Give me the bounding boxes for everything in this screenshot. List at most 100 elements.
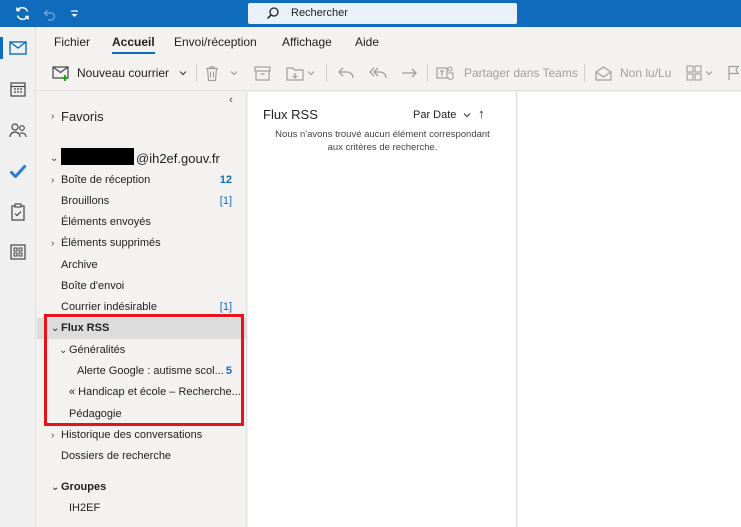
- folder-junk[interactable]: Courrier indésirable [1]: [37, 297, 246, 318]
- search-placeholder: Rechercher: [291, 7, 348, 19]
- tab-envoi-reception[interactable]: Envoi/réception: [174, 35, 257, 49]
- forward-icon: [400, 66, 418, 80]
- trash-icon: [204, 65, 220, 82]
- read-unread-label: Non lu/Lu: [620, 66, 672, 80]
- sync-icon[interactable]: [14, 5, 31, 22]
- redacted-account-name: [61, 148, 134, 165]
- reply-all-icon: [368, 66, 388, 80]
- chevron-down-icon[interactable]: [230, 70, 238, 76]
- ribbon: Fichier Accueil Envoi/réception Affichag…: [37, 27, 741, 91]
- forward-button[interactable]: [400, 63, 418, 83]
- archive-button[interactable]: [254, 63, 271, 83]
- sort-by-dropdown[interactable]: Par Date: [413, 109, 471, 121]
- tab-fichier[interactable]: Fichier: [54, 35, 90, 49]
- share-teams-button[interactable]: Partager dans Teams: [436, 63, 578, 83]
- chevron-down-icon[interactable]: [179, 70, 187, 76]
- categorize-button[interactable]: [686, 63, 713, 83]
- tasks-icon[interactable]: [0, 197, 36, 227]
- title-bar: Rechercher: [0, 0, 741, 27]
- unread-count: 5: [225, 365, 232, 377]
- feed-handicap-ecole[interactable]: « Handicap et école – Recherche...: [37, 382, 246, 403]
- tab-accueil[interactable]: Accueil: [112, 35, 155, 54]
- new-mail-icon: [52, 65, 70, 81]
- flag-button[interactable]: [727, 63, 739, 83]
- chevron-right-icon: ›: [51, 175, 55, 186]
- collapse-pane-icon[interactable]: ‹: [229, 94, 233, 106]
- new-mail-label: Nouveau courrier: [77, 66, 170, 80]
- tab-aide[interactable]: Aide: [355, 35, 379, 49]
- groups-section[interactable]: ⌄ Groupes: [37, 477, 246, 498]
- search-box[interactable]: Rechercher: [248, 3, 517, 24]
- folder-label: Boîte de réception: [61, 174, 151, 186]
- teams-icon: [436, 65, 454, 81]
- groups-label: Groupes: [61, 481, 107, 493]
- tab-affichage[interactable]: Affichage: [282, 35, 332, 49]
- reply-button[interactable]: [337, 63, 355, 83]
- empty-state-line: aux critères de recherche.: [327, 142, 438, 153]
- favorites-label: Favoris: [61, 109, 104, 124]
- folder-label: Dossiers de recherche: [61, 450, 172, 462]
- reply-all-button[interactable]: [368, 63, 388, 83]
- folder-search-folders[interactable]: Dossiers de recherche: [37, 446, 246, 467]
- reply-icon: [337, 66, 355, 80]
- folder-inbox[interactable]: › Boîte de réception 12: [37, 170, 246, 191]
- chevron-down-icon[interactable]: [705, 70, 713, 76]
- folder-label: Pédagogie: [69, 408, 122, 420]
- folder-drafts[interactable]: Brouillons [1]: [37, 191, 246, 212]
- folder-pedagogie[interactable]: Pédagogie: [37, 404, 246, 425]
- chevron-down-icon: ⌄: [51, 482, 60, 493]
- folder-sent[interactable]: Éléments envoyés: [37, 212, 246, 233]
- folder-label: Alerte Google : autisme scol...: [77, 365, 224, 377]
- account-email-suffix: @ih2ef.gouv.fr: [136, 151, 220, 166]
- move-folder-icon: [286, 65, 304, 81]
- archive-icon: [254, 65, 271, 81]
- categorize-icon: [686, 65, 702, 81]
- delete-button[interactable]: [204, 63, 238, 83]
- people-icon[interactable]: [0, 115, 36, 145]
- move-button[interactable]: [286, 63, 315, 83]
- favorites-section[interactable]: › Favoris: [37, 106, 246, 127]
- item-count: [1]: [219, 195, 232, 207]
- chevron-down-icon: [463, 109, 471, 121]
- folder-archive[interactable]: Archive: [37, 255, 246, 276]
- group-ih2ef[interactable]: IH2EF: [37, 498, 246, 519]
- folder-conversation-history[interactable]: › Historique des conversations: [37, 425, 246, 446]
- group-label: IH2EF: [69, 502, 101, 514]
- calendar-icon[interactable]: [0, 74, 36, 104]
- quick-access-dropdown-icon[interactable]: [66, 5, 83, 22]
- chevron-right-icon: ›: [51, 430, 55, 441]
- folder-label: « Handicap et école – Recherche...: [69, 386, 241, 398]
- chevron-down-icon: ⌄: [51, 323, 60, 334]
- todo-check-icon[interactable]: [0, 156, 36, 186]
- reading-pane: [518, 92, 741, 527]
- folder-rss-feeds[interactable]: ⌄ Flux RSS: [37, 318, 246, 339]
- feed-google-alert[interactable]: Alerte Google : autisme scol... 5: [37, 361, 246, 382]
- folder-label: Éléments supprimés: [61, 237, 161, 249]
- chevron-down-icon: ⌄: [50, 153, 59, 164]
- apps-icon[interactable]: [0, 237, 36, 267]
- chevron-down-icon: ⌄: [59, 345, 68, 356]
- new-mail-button[interactable]: Nouveau courrier: [52, 63, 187, 83]
- flag-icon: [727, 65, 739, 81]
- sort-direction-arrow-icon[interactable]: ↑: [478, 106, 485, 121]
- folder-label: Archive: [61, 259, 98, 271]
- chevron-right-icon: ›: [51, 111, 55, 122]
- envelope-open-icon: [595, 65, 612, 81]
- unread-count: 12: [219, 174, 232, 186]
- folder-label: Généralités: [69, 344, 126, 356]
- folder-label: Éléments envoyés: [61, 216, 151, 228]
- chevron-down-icon[interactable]: [307, 70, 315, 76]
- read-unread-button[interactable]: Non lu/Lu: [595, 63, 671, 83]
- message-list-title: Flux RSS: [263, 107, 318, 122]
- folder-generalites[interactable]: ⌄ Généralités: [37, 340, 246, 361]
- folder-outbox[interactable]: Boîte d'envoi: [37, 276, 246, 297]
- chevron-right-icon: ›: [51, 238, 55, 249]
- folder-label: Flux RSS: [61, 322, 110, 334]
- folder-pane: ‹ › Favoris ⌄ @ih2ef.gouv.fr › Boîte de …: [37, 92, 247, 527]
- sort-label: Par Date: [413, 109, 457, 121]
- item-count: [1]: [219, 301, 232, 313]
- mail-icon[interactable]: [0, 33, 36, 63]
- folder-label: Courrier indésirable: [61, 301, 157, 313]
- folder-deleted[interactable]: › Éléments supprimés: [37, 233, 246, 254]
- undo-icon[interactable]: [41, 5, 58, 22]
